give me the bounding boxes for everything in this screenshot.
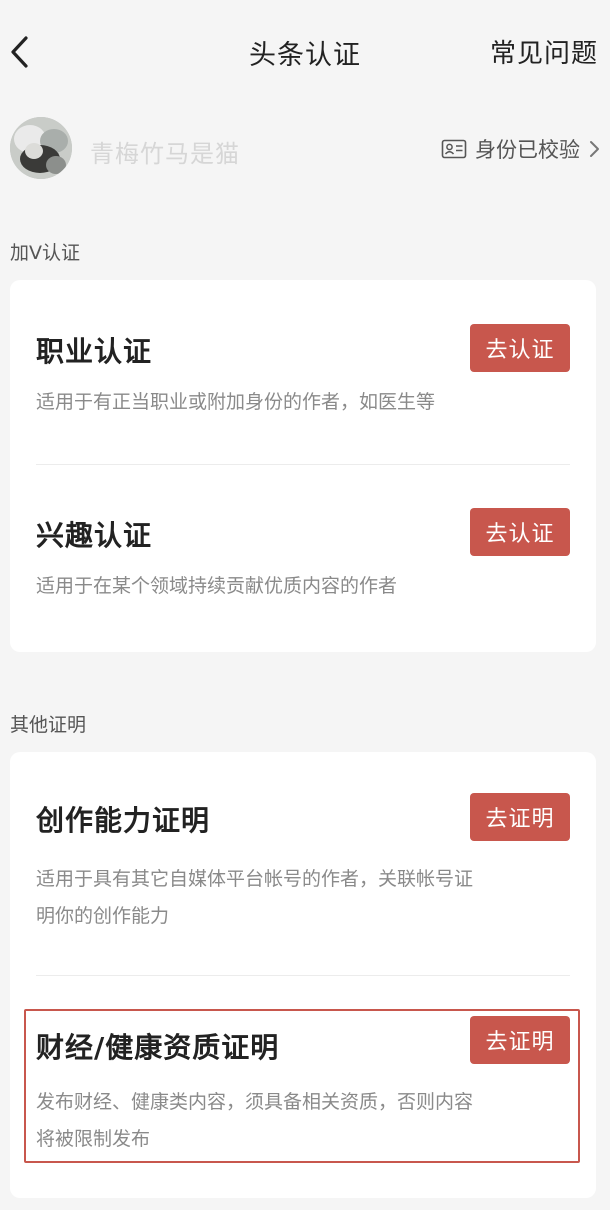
highlight-frame — [24, 1009, 580, 1163]
go-prove-creative-button[interactable]: 去证明 — [470, 793, 570, 841]
item-title: 兴趣认证 — [36, 519, 153, 552]
faq-link[interactable]: 常见问题 — [490, 33, 598, 70]
section-label-v-verification: 加V认证 — [10, 242, 80, 264]
chevron-right-icon — [590, 141, 599, 157]
username: 青梅竹马是猫 — [90, 140, 240, 168]
item-description: 适用于在某个领域持续贡献优质内容的作者 — [36, 575, 398, 597]
header-bar: 头条认证 常见问题 — [0, 0, 610, 104]
identity-verified-link[interactable]: 身份已校验 — [441, 134, 600, 164]
proof-item-creative-ability: 创作能力证明 去证明 适用于具有其它自媒体平台帐号的作者，关联帐号证 明你的创作… — [36, 793, 570, 943]
verification-item-profession: 职业认证 去认证 适用于有正当职业或附加身份的作者，如医生等 — [36, 324, 570, 424]
go-verify-interest-button[interactable]: 去认证 — [470, 508, 570, 556]
divider — [36, 975, 570, 976]
item-description-line: 明你的创作能力 — [36, 905, 170, 927]
section-label-other-proof: 其他证明 — [10, 714, 87, 736]
page: 头条认证 常见问题 青梅竹马是猫 身份已校验 加V认证 职业认证 去认证 适用于… — [0, 0, 610, 1210]
item-description-line: 适用于具有其它自媒体平台帐号的作者，关联帐号证 — [36, 868, 474, 890]
avatar[interactable] — [10, 117, 72, 179]
item-title: 创作能力证明 — [36, 804, 211, 837]
id-card-icon — [441, 139, 467, 159]
go-verify-profession-button[interactable]: 去认证 — [470, 324, 570, 372]
v-verification-card: 职业认证 去认证 适用于有正当职业或附加身份的作者，如医生等 兴趣认证 去认证 … — [10, 280, 596, 652]
profile-row: 青梅竹马是猫 身份已校验 — [0, 112, 610, 184]
verified-label: 身份已校验 — [475, 138, 580, 162]
verification-item-interest: 兴趣认证 去认证 适用于在某个领域持续贡献优质内容的作者 — [36, 508, 570, 608]
item-description: 适用于有正当职业或附加身份的作者，如医生等 — [36, 391, 436, 413]
avatar-image — [10, 117, 72, 179]
item-description: 适用于具有其它自媒体平台帐号的作者，关联帐号证 明你的创作能力 — [36, 861, 556, 935]
divider — [36, 464, 570, 465]
item-title: 职业认证 — [36, 335, 153, 368]
